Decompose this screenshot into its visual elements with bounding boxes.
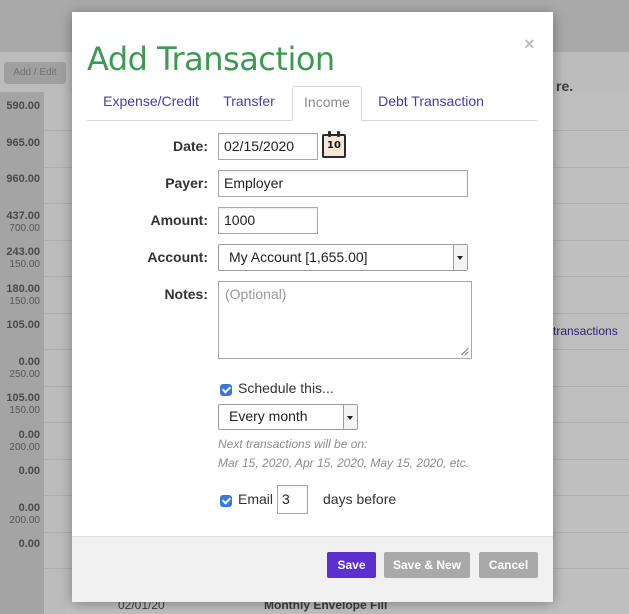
next-transactions-label: Next transactions will be on: bbox=[218, 437, 368, 451]
payer-label: Payer: bbox=[165, 175, 208, 191]
tab-transfer[interactable]: Transfer bbox=[215, 86, 283, 119]
dialog-title: Add Transaction bbox=[87, 40, 335, 78]
account-select-value: My Account [1,655.00] bbox=[229, 249, 368, 265]
email-days-suffix: days before bbox=[323, 491, 397, 507]
cancel-button[interactable]: Cancel bbox=[479, 552, 538, 578]
account-select[interactable]: My Account [1,655.00] bbox=[218, 244, 468, 271]
schedule-label: Schedule this... bbox=[238, 380, 334, 396]
amount-input[interactable]: 1000 bbox=[218, 207, 318, 234]
notes-textarea[interactable]: (Optional) bbox=[218, 281, 472, 359]
save-and-new-button[interactable]: Save & New bbox=[384, 552, 470, 578]
tab-income[interactable]: Income bbox=[292, 86, 362, 121]
frequency-select[interactable]: Every month bbox=[218, 404, 358, 430]
amount-label: Amount: bbox=[150, 212, 208, 228]
save-button[interactable]: Save bbox=[327, 552, 376, 578]
schedule-checkbox[interactable] bbox=[220, 384, 232, 396]
dialog-footer: Save Save & New Cancel bbox=[72, 536, 553, 602]
email-label: Email bbox=[238, 491, 274, 507]
calendar-icon-day: 10 bbox=[327, 140, 341, 151]
chevron-down-icon[interactable] bbox=[343, 405, 357, 429]
notes-label: Notes: bbox=[164, 286, 208, 302]
transaction-type-tabs: Expense/Credit Transfer Income Debt Tran… bbox=[87, 86, 537, 121]
frequency-select-value: Every month bbox=[229, 408, 308, 424]
date-label: Date: bbox=[172, 138, 208, 154]
tab-debt-transaction[interactable]: Debt Transaction bbox=[374, 86, 488, 119]
date-input[interactable]: 02/15/2020 bbox=[218, 133, 318, 160]
chevron-down-icon[interactable] bbox=[453, 245, 467, 270]
add-transaction-dialog: Add Transaction × Expense/Credit Transfe… bbox=[72, 12, 553, 602]
account-label: Account: bbox=[147, 249, 208, 265]
tab-expense-credit[interactable]: Expense/Credit bbox=[101, 86, 201, 119]
calendar-icon[interactable]: 10 bbox=[322, 131, 346, 158]
email-checkbox[interactable] bbox=[220, 495, 232, 507]
resize-grip-icon[interactable] bbox=[461, 348, 469, 356]
email-days-input[interactable]: 3 bbox=[277, 485, 308, 514]
next-transactions-dates: Mar 15, 2020, Apr 15, 2020, May 15, 2020… bbox=[218, 456, 470, 470]
payer-input[interactable]: Employer bbox=[218, 170, 468, 197]
notes-placeholder: (Optional) bbox=[225, 286, 287, 302]
close-icon[interactable]: × bbox=[524, 34, 535, 55]
